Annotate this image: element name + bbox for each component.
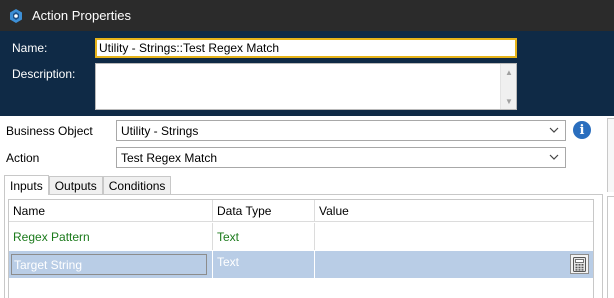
- description-box: ▲ ▼: [95, 63, 517, 110]
- business-object-value: Utility - Strings: [121, 123, 199, 138]
- row-name-cell[interactable]: Target String: [9, 251, 213, 278]
- action-dropdown[interactable]: Test Regex Match: [116, 147, 566, 168]
- row-value-cell[interactable]: [315, 251, 593, 278]
- action-label: Action: [6, 151, 40, 165]
- tab-outputs[interactable]: Outputs: [48, 176, 103, 195]
- tab-strip: Inputs Outputs Conditions: [4, 175, 172, 195]
- table-row-selected[interactable]: Target String Text: [9, 251, 593, 278]
- action-value: Test Regex Match: [121, 150, 218, 165]
- description-label: Description:: [12, 67, 76, 81]
- tab-conditions[interactable]: Conditions: [102, 176, 172, 195]
- header-panel: Name: Description: ▲ ▼: [0, 31, 614, 116]
- scroll-up-icon[interactable]: ▲: [501, 65, 517, 79]
- tab-inputs[interactable]: Inputs: [4, 175, 49, 195]
- column-header-name[interactable]: Name: [9, 200, 213, 222]
- side-panel-frame-lower: [607, 196, 614, 298]
- expression-editor-button[interactable]: [570, 254, 589, 274]
- grid-header: Name Data Type Value: [9, 200, 593, 222]
- window-title: Action Properties: [32, 8, 131, 23]
- row-value-cell[interactable]: [315, 223, 593, 250]
- inputs-grid: Name Data Type Value Regex Pattern Text …: [8, 199, 594, 298]
- info-icon[interactable]: i: [573, 121, 591, 139]
- row-name-editor[interactable]: Target String: [11, 254, 207, 275]
- name-field[interactable]: [95, 38, 517, 58]
- column-header-data-type[interactable]: Data Type: [213, 200, 315, 222]
- name-label: Name:: [12, 41, 48, 55]
- title-bar: Action Properties: [0, 0, 614, 31]
- scroll-down-icon[interactable]: ▼: [501, 94, 517, 108]
- table-row[interactable]: Regex Pattern Text: [9, 223, 593, 250]
- description-field[interactable]: [96, 64, 500, 109]
- row-data-type-cell: Text: [213, 223, 315, 250]
- column-header-value[interactable]: Value: [315, 200, 593, 222]
- chevron-down-icon: [549, 154, 559, 160]
- business-object-dropdown[interactable]: Utility - Strings: [116, 120, 566, 141]
- description-scrollbar[interactable]: ▲ ▼: [500, 64, 516, 109]
- row-data-type-cell: Text: [213, 251, 315, 278]
- row-name-cell[interactable]: Regex Pattern: [9, 223, 213, 250]
- business-object-label: Business Object: [6, 124, 93, 138]
- calculator-icon: [573, 256, 586, 272]
- app-icon: [8, 8, 24, 24]
- chevron-down-icon: [549, 127, 559, 133]
- side-panel-frame: [607, 118, 614, 192]
